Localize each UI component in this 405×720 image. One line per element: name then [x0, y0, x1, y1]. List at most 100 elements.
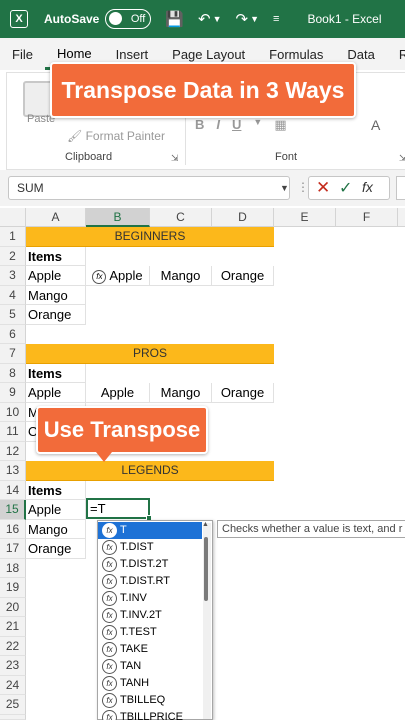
banner-beginners[interactable]: BEGINNERS [26, 227, 274, 247]
autocomplete-item[interactable]: fx TBILLPRICE [98, 709, 202, 720]
function-icon: fx [102, 574, 117, 589]
tab-review[interactable]: Rev [387, 47, 405, 70]
row-header[interactable]: 5 [0, 305, 26, 325]
save-icon[interactable]: 💾 [165, 10, 184, 28]
column-header-f[interactable]: F [336, 208, 398, 227]
row-header[interactable]: 1 [0, 227, 26, 247]
cell-a5[interactable]: Orange [26, 305, 86, 325]
autocomplete-item[interactable]: fx TANH [98, 675, 202, 692]
cell-d9[interactable]: Orange [212, 383, 274, 403]
autocomplete-item[interactable]: fx T.DIST.2T [98, 556, 202, 573]
cell-a14[interactable]: Items [26, 480, 86, 500]
row-header[interactable]: 19 [0, 578, 26, 598]
row-header[interactable]: 24 [0, 675, 26, 695]
scroll-up-icon[interactable]: ▲ [202, 521, 209, 528]
cell-a17[interactable]: Orange [26, 539, 86, 559]
row-header[interactable]: 17 [0, 539, 26, 559]
bold-button[interactable]: B [195, 117, 204, 133]
font-launcher-icon[interactable]: ⇲ [399, 153, 405, 164]
function-icon: fx [102, 557, 117, 572]
row-header[interactable]: 7 [0, 344, 26, 364]
autocomplete-item[interactable]: fx T.DIST [98, 539, 202, 556]
row-header[interactable]: 9 [0, 383, 26, 403]
row-header[interactable]: 4 [0, 285, 26, 305]
autocomplete-item[interactable]: fx T.TEST [98, 624, 202, 641]
cell-c3[interactable]: Mango [150, 266, 212, 286]
row-header[interactable]: 16 [0, 519, 26, 539]
cell-a15[interactable]: Apple [26, 500, 86, 520]
banner-pros[interactable]: PROS [26, 344, 274, 364]
column-header-e[interactable]: E [274, 208, 336, 227]
active-cell-b15[interactable]: =T [86, 498, 152, 521]
row-header[interactable]: 2 [0, 246, 26, 266]
italic-button[interactable]: I [216, 117, 220, 133]
cell-a8[interactable]: Items [26, 363, 86, 383]
row-header[interactable]: 25 [0, 695, 26, 715]
row-header[interactable]: 6 [0, 324, 26, 344]
row-header[interactable]: 8 [0, 363, 26, 383]
autocomplete-item[interactable]: fx TAN [98, 658, 202, 675]
function-icon: fx [102, 642, 117, 657]
borders-icon[interactable]: ▦ [274, 117, 286, 133]
font-color-button[interactable]: A [371, 117, 380, 133]
row-header[interactable]: 13 [0, 461, 26, 481]
cell-c9[interactable]: Mango [150, 383, 212, 403]
name-box-dropdown-icon[interactable]: ▼ [280, 177, 289, 199]
customize-toolbar-icon[interactable]: ≡ [273, 13, 279, 25]
banner-legends[interactable]: LEGENDS [26, 461, 274, 481]
column-header-c[interactable]: C [150, 208, 212, 227]
cell-a2[interactable]: Items [26, 246, 86, 266]
autocomplete-item[interactable]: fx TBILLEQ [98, 692, 202, 709]
underline-button[interactable]: U [232, 117, 241, 133]
row-header[interactable]: 11 [0, 422, 26, 442]
cell-a4[interactable]: Mango [26, 285, 86, 305]
redo-dropdown-icon[interactable]: ▼ [250, 14, 259, 24]
function-tooltip: Checks whether a value is text, and r [217, 520, 405, 538]
cell-a16[interactable]: Mango [26, 519, 86, 539]
select-all-button[interactable] [0, 208, 26, 227]
undo-dropdown-icon[interactable]: ▼ [213, 14, 222, 24]
redo-icon[interactable]: ↷ [236, 10, 249, 28]
function-autocomplete-list[interactable]: fx T fx T.DIST fx T.DIST.2T fx T.DIST.RT fx T… [97, 520, 213, 720]
cell-a3[interactable]: Apple [26, 266, 86, 286]
undo-icon[interactable]: ↶ [198, 10, 211, 28]
row-header[interactable] [0, 714, 26, 720]
row-header[interactable]: 12 [0, 441, 26, 461]
row-header[interactable]: 22 [0, 636, 26, 656]
column-header-b[interactable]: B [86, 208, 150, 227]
formula-input[interactable] [396, 176, 405, 200]
insert-function-button[interactable]: fx [362, 179, 373, 195]
column-header-a[interactable]: A [26, 208, 86, 227]
tab-file[interactable]: File [0, 47, 45, 70]
row-header[interactable]: 20 [0, 597, 26, 617]
row-header[interactable]: 10 [0, 402, 26, 422]
autocomplete-item[interactable]: fx T [98, 522, 202, 539]
clipboard-group-label: Clipboard [65, 151, 113, 163]
function-icon: fx [102, 676, 117, 691]
scrollbar-thumb[interactable] [204, 537, 208, 601]
autocomplete-item[interactable]: fx T.INV [98, 590, 202, 607]
column-header-d[interactable]: D [212, 208, 274, 227]
row-header[interactable]: 21 [0, 617, 26, 637]
autocomplete-item[interactable]: fx T.INV.2T [98, 607, 202, 624]
autocomplete-item[interactable]: fx T.DIST.RT [98, 573, 202, 590]
cancel-icon[interactable]: ✕ [316, 178, 330, 198]
function-icon: fx [102, 591, 117, 606]
function-icon: fx [102, 608, 117, 623]
cell-a9[interactable]: Apple [26, 383, 86, 403]
row-header[interactable]: 15 [0, 500, 26, 520]
row-header[interactable]: 14 [0, 480, 26, 500]
name-box[interactable]: SUM ▼ [8, 176, 290, 200]
cell-b3[interactable]: fx Apple [86, 266, 150, 286]
clipboard-launcher-icon[interactable]: ⇲ [171, 153, 179, 164]
autocomplete-item[interactable]: fx TAKE [98, 641, 202, 658]
row-header[interactable]: 23 [0, 656, 26, 676]
row-header[interactable]: 3 [0, 266, 26, 286]
autosave-toggle[interactable]: Off [105, 9, 152, 29]
enter-icon[interactable]: ✓ [339, 178, 352, 198]
cell-b9[interactable]: Apple [86, 383, 150, 403]
cell-d3[interactable]: Orange [212, 266, 274, 286]
format-painter-button[interactable]: 🖌 Format Painter [67, 129, 165, 143]
row-header[interactable]: 18 [0, 558, 26, 578]
underline-dropdown-icon[interactable]: ▼ [253, 117, 262, 133]
